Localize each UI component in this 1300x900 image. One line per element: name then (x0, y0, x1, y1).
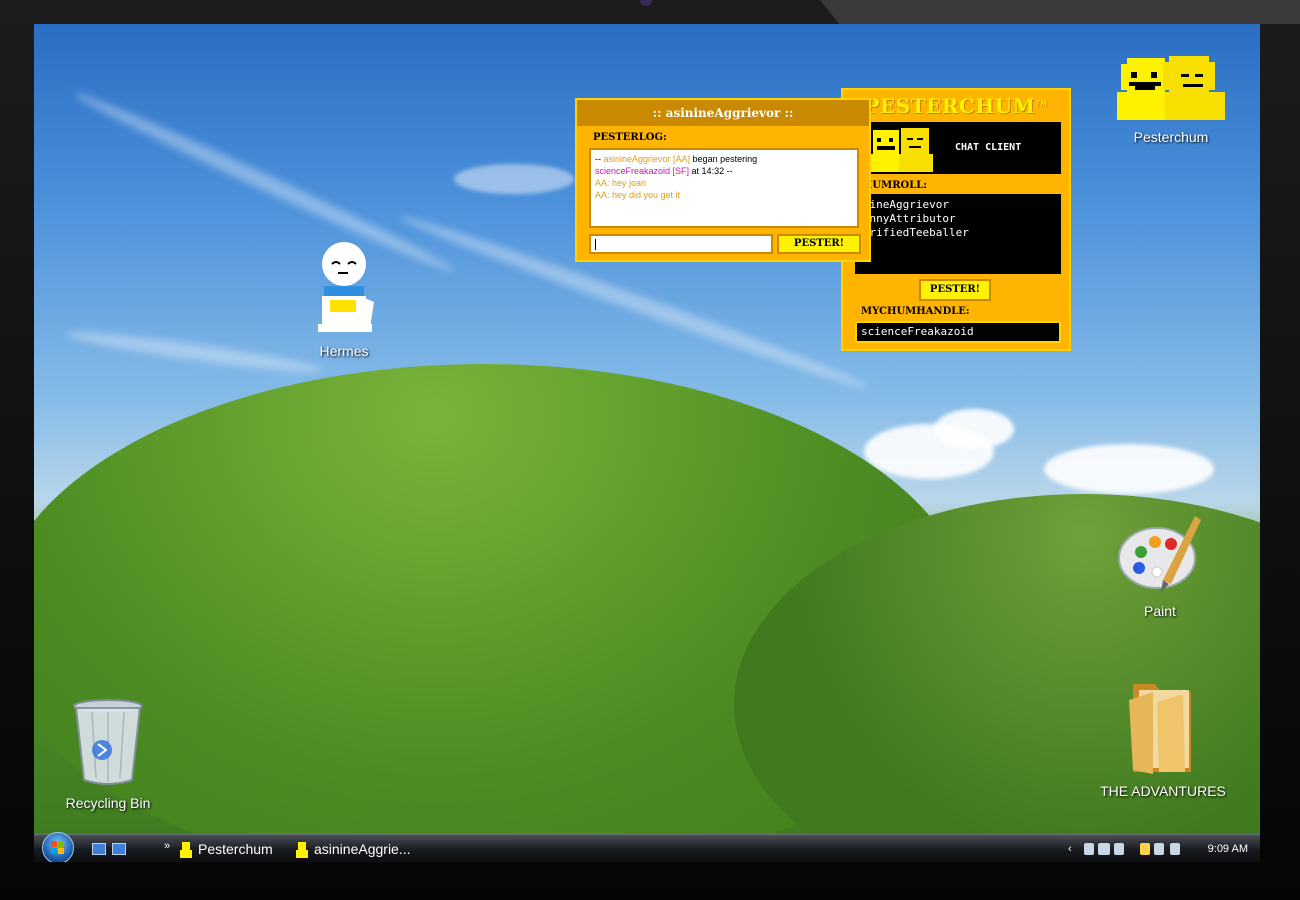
cloud (454, 164, 574, 194)
pesterchum-icon (1117, 56, 1225, 120)
volume-icon[interactable] (1170, 843, 1180, 855)
system-tray: ‹ 9:09 AM (1068, 835, 1248, 862)
hermes-icon (318, 242, 374, 332)
mychumhandle-field[interactable]: scienceFreakazoid (855, 321, 1061, 343)
cloud-streak (70, 85, 458, 279)
quicklaunch-chevron-icon[interactable]: » (164, 835, 170, 857)
log-message: AA: hey did you get it (595, 190, 681, 200)
desktop-icon-paint[interactable]: Paint (1114, 510, 1206, 619)
desktop-icon-pesterchum[interactable]: Pesterchum (1108, 52, 1234, 145)
start-button[interactable] (42, 832, 74, 862)
chum-item[interactable]: uncannyAttributor (855, 212, 1061, 226)
log-line: scienceFreakazoid [SF] at 14:32 -- (595, 165, 853, 177)
pesterchum-logo-icon (869, 128, 933, 172)
log-text: -- (595, 154, 604, 164)
chumroll-inner: asinineAggrievor uncannyAttributor centr… (855, 194, 1061, 240)
log-text: at 14:32 -- (689, 166, 733, 176)
desktop-icon-label: Pesterchum (1133, 129, 1209, 145)
windows-logo-icon (51, 841, 64, 854)
vm-icon[interactable] (1098, 843, 1110, 855)
desktop[interactable]: Pesterchum Hermes Paint Recycling Bin TH… (34, 24, 1260, 862)
desktop-icon-the-advantures[interactable]: THE ADVANTURES (1100, 680, 1226, 799)
usb-icon[interactable] (1114, 843, 1124, 855)
taskbar-item-label: Pesterchum (198, 841, 273, 857)
monitor-bezel-corner (820, 0, 1300, 24)
warning-icon[interactable] (1140, 843, 1150, 855)
taskbar-item-label: asinineAggrie... (314, 841, 411, 857)
log-handle-aa: asinineAggrievor [AA] (603, 154, 691, 164)
pester-button[interactable]: PESTER! (919, 279, 991, 301)
chumroll-list[interactable]: asinineAggrievor uncannyAttributor centr… (855, 194, 1061, 274)
folder-icon (1129, 684, 1191, 774)
desktop-icon-label: THE ADVANTURES (1100, 783, 1226, 799)
taskbar-item-conversation[interactable]: asinineAggrie... (296, 838, 411, 860)
desktop-icon-label: Recycling Bin (65, 795, 151, 811)
cloud (934, 409, 1014, 449)
pesterchum-window[interactable]: PESTERCHUMTM CHAT CLIENT CHUMROLL: asini… (841, 88, 1071, 351)
chum-item[interactable]: asinineAggrievor (855, 198, 1061, 212)
pesterlog-label: PESTERLOG: (593, 132, 667, 143)
cloud (1044, 444, 1214, 494)
cloud-streak (64, 325, 324, 379)
trademark: TM (1035, 100, 1048, 108)
bluetooth-icon[interactable] (1084, 843, 1094, 855)
text-caret (595, 239, 596, 250)
log-message: AA: hey joan (595, 178, 647, 188)
taskbar-item-pesterchum[interactable]: Pesterchum (180, 838, 273, 860)
pesterchum-title: PESTERCHUMTM (843, 94, 1069, 118)
message-input[interactable] (589, 234, 773, 254)
log-line: -- asinineAggrievor [AA] began pestering (595, 153, 853, 165)
pesterchum-taskbar-icon (296, 842, 308, 859)
taskbar: » Pesterchum asinineAggrie... ‹ 9:09 AM (34, 832, 1260, 862)
tray-expand-icon[interactable]: ‹ (1068, 835, 1072, 862)
mychumhandle-label: MYCHUMHANDLE: (861, 306, 970, 317)
show-desktop-icon[interactable] (92, 843, 106, 855)
chum-item[interactable]: centrifiedTeeballer (855, 226, 1061, 240)
paint-palette-icon (1118, 516, 1201, 592)
chat-client-label: CHAT CLIENT (955, 142, 1022, 153)
conversation-title-bar[interactable]: :: asinineAggrievor :: (577, 100, 869, 126)
network-icon[interactable] (1154, 843, 1164, 855)
log-handle-sf: scienceFreakazoid [SF] (595, 166, 690, 176)
conversation-window[interactable]: :: asinineAggrievor :: PESTERLOG: -- asi… (575, 98, 871, 262)
pesterchum-title-text: PESTERCHUM (864, 94, 1036, 118)
switch-windows-icon[interactable] (112, 843, 126, 855)
log-text: began pestering (690, 154, 758, 164)
pesterchum-taskbar-icon (180, 842, 192, 859)
desktop-icon-recycle-bin[interactable]: Recycling Bin (58, 698, 158, 811)
pesterlog[interactable]: -- asinineAggrievor [AA] began pestering… (589, 148, 859, 228)
conversation-pester-button[interactable]: PESTER! (777, 234, 861, 254)
desktop-icon-label: Hermes (319, 343, 369, 359)
recycle-bin-icon (73, 699, 143, 785)
desktop-icon-label: Paint (1144, 603, 1176, 619)
pesterchum-logo-banner: CHAT CLIENT (865, 122, 1061, 174)
desktop-icon-hermes[interactable]: Hermes (298, 240, 390, 359)
clock[interactable]: 9:09 AM (1208, 835, 1248, 862)
